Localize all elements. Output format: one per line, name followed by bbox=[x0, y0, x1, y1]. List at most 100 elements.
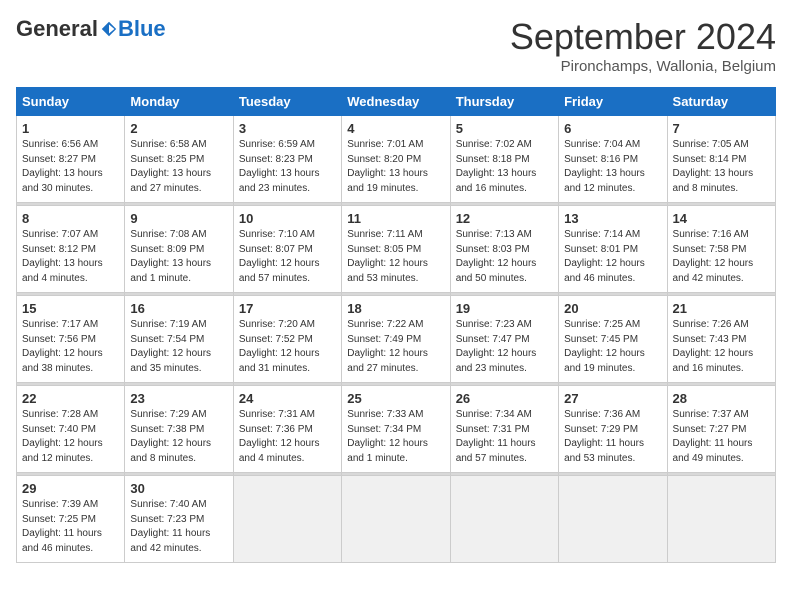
day-number: 24 bbox=[239, 391, 336, 406]
calendar-cell: 11 Sunrise: 7:11 AMSunset: 8:05 PMDayligh… bbox=[342, 206, 450, 293]
day-detail: Sunrise: 7:07 AMSunset: 8:12 PMDaylight:… bbox=[22, 228, 119, 286]
day-detail: Sunrise: 6:56 AMSunset: 8:27 PMDaylight:… bbox=[22, 138, 119, 196]
calendar-week-row: 1 Sunrise: 6:56 AMSunset: 8:27 PMDaylight… bbox=[17, 116, 776, 203]
day-detail: Sunrise: 7:19 AMSunset: 7:54 PMDaylight:… bbox=[130, 318, 227, 376]
day-number: 21 bbox=[673, 301, 770, 316]
day-number: 29 bbox=[22, 481, 119, 496]
calendar-cell: 20 Sunrise: 7:25 AMSunset: 7:45 PMDayligh… bbox=[559, 296, 667, 383]
day-number: 22 bbox=[22, 391, 119, 406]
day-detail: Sunrise: 7:36 AMSunset: 7:29 PMDaylight:… bbox=[564, 408, 661, 466]
day-detail: Sunrise: 7:02 AMSunset: 8:18 PMDaylight:… bbox=[456, 138, 553, 196]
day-detail: Sunrise: 6:59 AMSunset: 8:23 PMDaylight:… bbox=[239, 138, 336, 196]
day-number: 16 bbox=[130, 301, 227, 316]
day-number: 8 bbox=[22, 211, 119, 226]
calendar-week-row: 8 Sunrise: 7:07 AMSunset: 8:12 PMDaylight… bbox=[17, 206, 776, 293]
day-number: 18 bbox=[347, 301, 444, 316]
calendar-table: SundayMondayTuesdayWednesdayThursdayFrid… bbox=[16, 87, 776, 563]
weekday-header-wednesday: Wednesday bbox=[342, 88, 450, 116]
day-number: 25 bbox=[347, 391, 444, 406]
day-detail: Sunrise: 7:01 AMSunset: 8:20 PMDaylight:… bbox=[347, 138, 444, 196]
calendar-cell: 1 Sunrise: 6:56 AMSunset: 8:27 PMDaylight… bbox=[17, 116, 125, 203]
month-title: September 2024 bbox=[510, 16, 776, 58]
calendar-cell: 19 Sunrise: 7:23 AMSunset: 7:47 PMDayligh… bbox=[450, 296, 558, 383]
day-number: 6 bbox=[564, 121, 661, 136]
day-detail: Sunrise: 7:39 AMSunset: 7:25 PMDaylight:… bbox=[22, 498, 119, 556]
day-number: 7 bbox=[673, 121, 770, 136]
day-detail: Sunrise: 7:20 AMSunset: 7:52 PMDaylight:… bbox=[239, 318, 336, 376]
day-number: 15 bbox=[22, 301, 119, 316]
day-detail: Sunrise: 7:40 AMSunset: 7:23 PMDaylight:… bbox=[130, 498, 227, 556]
calendar-cell: 2Sunrise: 6:58 AMSunset: 8:25 PMDaylight… bbox=[125, 116, 233, 203]
calendar-cell: 25 Sunrise: 7:33 AMSunset: 7:34 PMDayligh… bbox=[342, 386, 450, 473]
calendar-cell: 26Sunrise: 7:34 AMSunset: 7:31 PMDayligh… bbox=[450, 386, 558, 473]
calendar-cell: 8 Sunrise: 7:07 AMSunset: 8:12 PMDaylight… bbox=[17, 206, 125, 293]
calendar-cell: 14Sunrise: 7:16 AMSunset: 7:58 PMDayligh… bbox=[667, 206, 775, 293]
day-number: 1 bbox=[22, 121, 119, 136]
day-number: 4 bbox=[347, 121, 444, 136]
day-detail: Sunrise: 7:26 AMSunset: 7:43 PMDaylight:… bbox=[673, 318, 770, 376]
day-number: 2 bbox=[130, 121, 227, 136]
day-number: 14 bbox=[673, 211, 770, 226]
location: Pironchamps, Wallonia, Belgium bbox=[510, 58, 776, 75]
day-number: 26 bbox=[456, 391, 553, 406]
calendar-cell: 7 Sunrise: 7:05 AMSunset: 8:14 PMDaylight… bbox=[667, 116, 775, 203]
calendar-cell: 23Sunrise: 7:29 AMSunset: 7:38 PMDayligh… bbox=[125, 386, 233, 473]
logo-general: General bbox=[16, 16, 98, 42]
weekday-header-thursday: Thursday bbox=[450, 88, 558, 116]
day-detail: Sunrise: 7:17 AMSunset: 7:56 PMDaylight:… bbox=[22, 318, 119, 376]
calendar-cell: 4 Sunrise: 7:01 AMSunset: 8:20 PMDaylight… bbox=[342, 116, 450, 203]
calendar-week-row: 29 Sunrise: 7:39 AMSunset: 7:25 PMDayligh… bbox=[17, 476, 776, 563]
calendar-cell bbox=[559, 476, 667, 563]
day-number: 20 bbox=[564, 301, 661, 316]
logo-blue: Blue bbox=[118, 16, 166, 42]
day-detail: Sunrise: 7:11 AMSunset: 8:05 PMDaylight:… bbox=[347, 228, 444, 286]
weekday-header-tuesday: Tuesday bbox=[233, 88, 341, 116]
calendar-cell: 28 Sunrise: 7:37 AMSunset: 7:27 PMDayligh… bbox=[667, 386, 775, 473]
day-number: 28 bbox=[673, 391, 770, 406]
day-number: 17 bbox=[239, 301, 336, 316]
day-detail: Sunrise: 7:04 AMSunset: 8:16 PMDaylight:… bbox=[564, 138, 661, 196]
calendar-cell: 6 Sunrise: 7:04 AMSunset: 8:16 PMDaylight… bbox=[559, 116, 667, 203]
weekday-header-saturday: Saturday bbox=[667, 88, 775, 116]
day-detail: Sunrise: 7:37 AMSunset: 7:27 PMDaylight:… bbox=[673, 408, 770, 466]
day-detail: Sunrise: 7:25 AMSunset: 7:45 PMDaylight:… bbox=[564, 318, 661, 376]
calendar-cell bbox=[450, 476, 558, 563]
weekday-header-sunday: Sunday bbox=[17, 88, 125, 116]
calendar-cell: 29 Sunrise: 7:39 AMSunset: 7:25 PMDayligh… bbox=[17, 476, 125, 563]
calendar-cell: 27 Sunrise: 7:36 AMSunset: 7:29 PMDayligh… bbox=[559, 386, 667, 473]
day-detail: Sunrise: 7:10 AMSunset: 8:07 PMDaylight:… bbox=[239, 228, 336, 286]
calendar-cell: 21 Sunrise: 7:26 AMSunset: 7:43 PMDayligh… bbox=[667, 296, 775, 383]
day-number: 9 bbox=[130, 211, 227, 226]
day-detail: Sunrise: 7:13 AMSunset: 8:03 PMDaylight:… bbox=[456, 228, 553, 286]
calendar-cell: 22Sunrise: 7:28 AMSunset: 7:40 PMDayligh… bbox=[17, 386, 125, 473]
calendar-cell: 13Sunrise: 7:14 AMSunset: 8:01 PMDayligh… bbox=[559, 206, 667, 293]
day-number: 30 bbox=[130, 481, 227, 496]
day-number: 3 bbox=[239, 121, 336, 136]
day-detail: Sunrise: 7:22 AMSunset: 7:49 PMDaylight:… bbox=[347, 318, 444, 376]
day-detail: Sunrise: 7:23 AMSunset: 7:47 PMDaylight:… bbox=[456, 318, 553, 376]
calendar-cell: 18 Sunrise: 7:22 AMSunset: 7:49 PMDayligh… bbox=[342, 296, 450, 383]
calendar-cell: 9 Sunrise: 7:08 AMSunset: 8:09 PMDaylight… bbox=[125, 206, 233, 293]
day-number: 10 bbox=[239, 211, 336, 226]
weekday-header-friday: Friday bbox=[559, 88, 667, 116]
calendar-cell: 5 Sunrise: 7:02 AMSunset: 8:18 PMDaylight… bbox=[450, 116, 558, 203]
day-number: 23 bbox=[130, 391, 227, 406]
calendar-cell bbox=[233, 476, 341, 563]
calendar-cell: 3 Sunrise: 6:59 AMSunset: 8:23 PMDaylight… bbox=[233, 116, 341, 203]
day-detail: Sunrise: 7:33 AMSunset: 7:34 PMDaylight:… bbox=[347, 408, 444, 466]
calendar-week-row: 15 Sunrise: 7:17 AMSunset: 7:56 PMDayligh… bbox=[17, 296, 776, 383]
calendar-cell: 24 Sunrise: 7:31 AMSunset: 7:36 PMDayligh… bbox=[233, 386, 341, 473]
day-number: 27 bbox=[564, 391, 661, 406]
day-detail: Sunrise: 7:08 AMSunset: 8:09 PMDaylight:… bbox=[130, 228, 227, 286]
title-section: September 2024 Pironchamps, Wallonia, Be… bbox=[510, 16, 776, 75]
day-detail: Sunrise: 7:05 AMSunset: 8:14 PMDaylight:… bbox=[673, 138, 770, 196]
day-number: 5 bbox=[456, 121, 553, 136]
calendar-cell: 15 Sunrise: 7:17 AMSunset: 7:56 PMDayligh… bbox=[17, 296, 125, 383]
day-number: 12 bbox=[456, 211, 553, 226]
weekday-header-row: SundayMondayTuesdayWednesdayThursdayFrid… bbox=[17, 88, 776, 116]
calendar-cell: 12 Sunrise: 7:13 AMSunset: 8:03 PMDayligh… bbox=[450, 206, 558, 293]
day-number: 19 bbox=[456, 301, 553, 316]
day-detail: Sunrise: 7:31 AMSunset: 7:36 PMDaylight:… bbox=[239, 408, 336, 466]
day-detail: Sunrise: 7:14 AMSunset: 8:01 PMDaylight:… bbox=[564, 228, 661, 286]
day-number: 11 bbox=[347, 211, 444, 226]
